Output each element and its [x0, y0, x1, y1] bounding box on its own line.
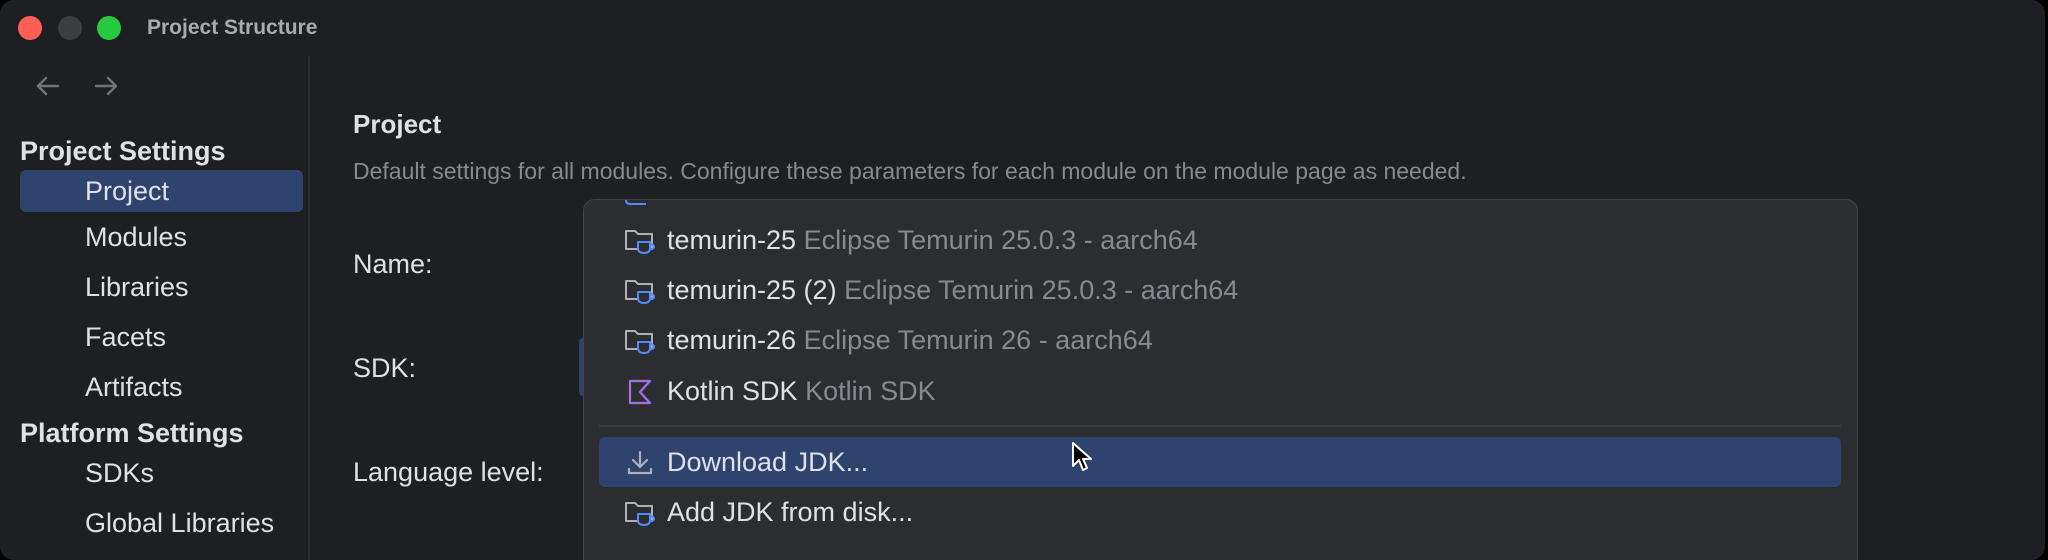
sidebar-item-facets[interactable]: Facets — [20, 316, 303, 358]
action-label: Add JDK from disk... — [667, 497, 914, 527]
sidebar-item-label: Project — [85, 176, 170, 206]
sdk-detail: Eclipse Temurin 26 - aarch64 — [803, 325, 1153, 355]
sidebar-item-artifacts[interactable]: Artifacts — [20, 366, 303, 408]
name-label: Name: — [353, 249, 433, 279]
sidebar: Project Settings Project Modules Librari… — [0, 56, 310, 560]
jdk-folder-icon — [625, 502, 656, 527]
sidebar-item-label: Libraries — [85, 272, 189, 302]
page-description: Default settings for all modules. Config… — [353, 158, 1467, 184]
download-jdk-action[interactable]: Download JDK... — [599, 437, 1841, 487]
sidebar-item-sdks[interactable]: SDKs — [20, 452, 303, 494]
page-title: Project — [353, 109, 442, 139]
jdk-folder-icon — [625, 230, 656, 255]
sidebar-item-label: Facets — [85, 322, 167, 352]
sidebar-item-modules[interactable]: Modules — [20, 216, 303, 258]
sdk-item-temurin-26[interactable]: temurin-26 Eclipse Temurin 26 - aarch64 — [599, 315, 1841, 365]
sdk-name: temurin-25 (2) — [667, 275, 837, 305]
sdk-label: SDK: — [353, 353, 417, 383]
sidebar-item-label: SDKs — [85, 458, 155, 488]
zoom-window-button[interactable] — [97, 16, 121, 40]
add-jdk-from-disk-action[interactable]: Add JDK from disk... — [599, 487, 1841, 537]
sidebar-item-label: Modules — [85, 222, 188, 252]
jdk-folder-icon — [625, 200, 646, 205]
platform-settings-header: Platform Settings — [20, 418, 244, 448]
window-title: Project Structure — [147, 16, 318, 39]
sidebar-item-label: Global Libraries — [85, 508, 275, 538]
action-label: Download JDK... — [667, 447, 869, 477]
minimize-window-button[interactable] — [58, 16, 82, 40]
sdk-name: Kotlin SDK — [667, 376, 798, 406]
jdk-folder-icon — [625, 280, 656, 305]
language-level-label: Language level: — [353, 457, 544, 487]
sdk-item-kotlin-sdk[interactable]: Kotlin SDK Kotlin SDK — [599, 366, 1841, 416]
jdk-folder-icon — [625, 330, 656, 355]
title-bar: Project Structure — [0, 0, 2045, 56]
kotlin-icon — [628, 379, 652, 405]
arrow-left-icon[interactable] — [32, 70, 64, 102]
popup-separator — [599, 425, 1841, 427]
sdk-name: temurin-26 — [667, 325, 797, 355]
sidebar-item-project[interactable]: Project — [20, 170, 303, 212]
sidebar-item-libraries[interactable]: Libraries — [20, 266, 303, 308]
sdk-detail: Kotlin SDK — [805, 376, 936, 406]
mouse-cursor-icon — [1072, 442, 1092, 471]
sdk-name: temurin-25 — [667, 225, 797, 255]
sdk-detail: Eclipse Temurin 25.0.3 - aarch64 — [803, 225, 1198, 255]
arrow-right-icon[interactable] — [90, 70, 122, 102]
sidebar-item-global-libraries[interactable]: Global Libraries — [20, 502, 303, 544]
sdk-item-temurin-25[interactable]: temurin-25 Eclipse Temurin 25.0.3 - aarc… — [599, 215, 1841, 265]
project-settings-header: Project Settings — [20, 136, 226, 166]
sidebar-item-label: Artifacts — [85, 372, 183, 402]
project-structure-window: Project Structure Project Settings Proje… — [0, 0, 2045, 560]
download-icon — [627, 450, 653, 475]
sdk-detail: Eclipse Temurin 25.0.3 - aarch64 — [844, 275, 1239, 305]
sdk-dropdown-popup: temurin-25 Eclipse Temurin 25.0.3 - aarc… — [583, 199, 1858, 560]
close-window-button[interactable] — [18, 16, 42, 40]
sdk-item-temurin-25-2[interactable]: temurin-25 (2) Eclipse Temurin 25.0.3 - … — [599, 265, 1841, 315]
